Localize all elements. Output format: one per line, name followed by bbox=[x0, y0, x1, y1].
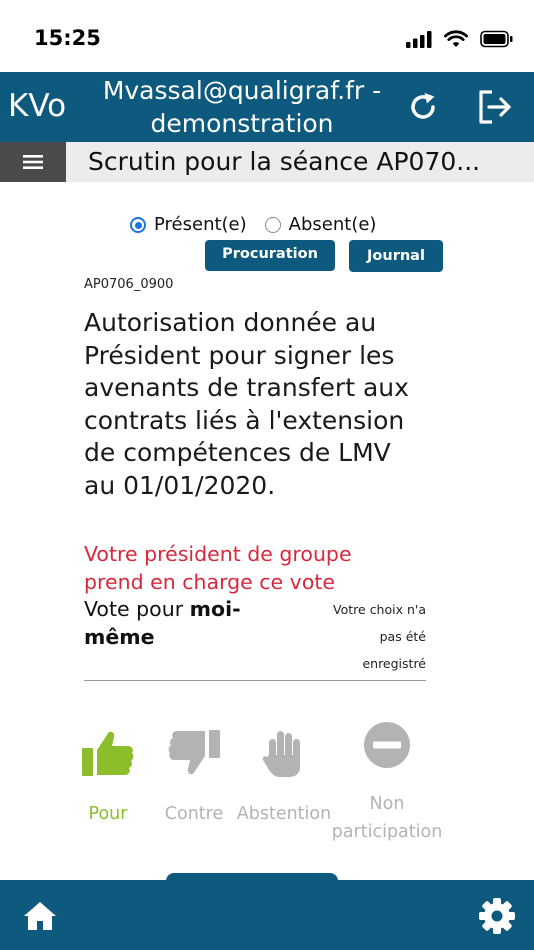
present-radio[interactable] bbox=[130, 216, 146, 233]
page-title: Scrutin pour la séance AP070... bbox=[88, 147, 481, 176]
presence-selector: Présent(e) Absent(e) bbox=[130, 214, 376, 235]
vote-for-label: Vote pour moi-même bbox=[84, 595, 274, 651]
account-environment: demonstration bbox=[150, 109, 334, 138]
account-label: Mvassal@qualigraf.fr - demonstration bbox=[94, 74, 390, 140]
absent-label[interactable]: Absent(e) bbox=[289, 214, 377, 235]
status-icons bbox=[406, 28, 514, 50]
app-brand: KVo bbox=[8, 88, 67, 124]
motion-code: AP0706_0900 bbox=[84, 277, 174, 292]
vote-option-label: Abstention bbox=[236, 804, 332, 824]
present-label[interactable]: Présent(e) bbox=[154, 214, 247, 235]
delegate-notice: Votre président de groupe prend en charg… bbox=[84, 542, 352, 594]
settings-button[interactable] bbox=[477, 896, 517, 936]
divider bbox=[84, 680, 426, 681]
journal-button[interactable]: Journal bbox=[349, 240, 443, 272]
refresh-icon bbox=[411, 93, 435, 119]
no-entry-icon bbox=[364, 722, 410, 768]
thumbs-up-icon bbox=[82, 731, 134, 776]
vote-option-label: Non participation bbox=[331, 794, 443, 842]
logout-button[interactable] bbox=[472, 84, 518, 130]
vote-for-prefix: Vote pour bbox=[84, 597, 190, 621]
thumbs-down-icon bbox=[168, 730, 220, 775]
vote-option-non-participation[interactable]: Non participation bbox=[331, 712, 443, 846]
home-icon bbox=[24, 902, 56, 930]
absent-radio[interactable] bbox=[264, 216, 281, 233]
status-time: 15:25 bbox=[34, 26, 101, 50]
refresh-button[interactable] bbox=[400, 84, 446, 130]
vote-status: Votre choix n'a pas été enregistré bbox=[333, 602, 426, 671]
menu-button[interactable] bbox=[0, 142, 66, 182]
raised-hand-icon bbox=[262, 731, 300, 777]
logout-icon bbox=[479, 90, 511, 124]
bottom-nav bbox=[0, 880, 534, 950]
account-email: Mvassal@qualigraf.fr - bbox=[102, 76, 382, 105]
gear-icon bbox=[479, 898, 515, 934]
wifi-icon bbox=[444, 30, 468, 47]
app-header: KVo Mvassal@qualigraf.fr - demonstration bbox=[0, 72, 534, 142]
procuration-button[interactable]: Procuration bbox=[205, 240, 335, 271]
home-button[interactable] bbox=[20, 896, 60, 936]
signal-icon bbox=[406, 31, 432, 48]
battery-icon bbox=[480, 30, 513, 48]
status-bar: 15:25 bbox=[0, 0, 534, 72]
vote-option-abstention[interactable]: Abstention bbox=[228, 720, 340, 828]
motion-question: Autorisation donnée au Président pour si… bbox=[84, 308, 409, 500]
hamburger-icon bbox=[23, 155, 43, 169]
title-bar: Scrutin pour la séance AP070... bbox=[0, 142, 534, 182]
